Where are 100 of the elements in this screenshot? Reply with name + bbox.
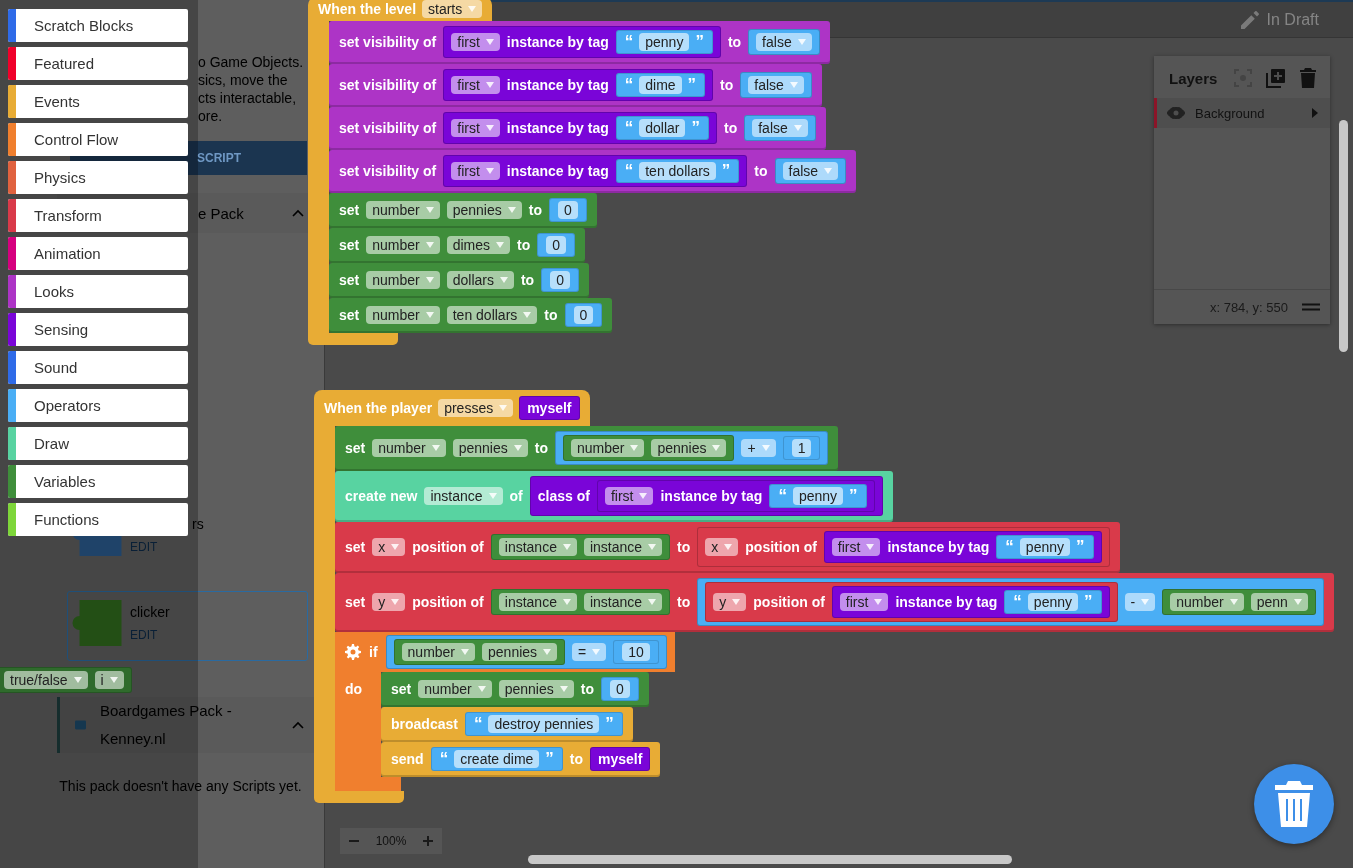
dropdown-field[interactable]: first [604, 487, 654, 505]
category-item[interactable]: Scratch Blocks [8, 9, 188, 42]
dropdown-field[interactable]: instance [424, 487, 503, 505]
dropdown-field[interactable]: false [752, 119, 808, 137]
dropdown-field[interactable]: false [748, 76, 804, 94]
dropdown-field[interactable]: ten dollars [446, 306, 538, 324]
dropdown-field[interactable]: pennies [651, 439, 727, 457]
dropdown-field[interactable]: y [372, 593, 406, 611]
scrollbar[interactable] [528, 855, 1012, 864]
coordinates-text: x: 784, y: 550 [1209, 299, 1288, 315]
dropdown-field[interactable]: + [741, 439, 776, 457]
drag-handle-icon[interactable] [1302, 303, 1320, 311]
text-input[interactable]: dime [639, 76, 682, 94]
number-input[interactable]: 0 [546, 236, 567, 254]
category-item[interactable]: Events [8, 85, 188, 118]
dropdown-field[interactable]: first [831, 538, 881, 556]
category-item[interactable]: Transform [8, 199, 188, 232]
category-item[interactable]: Draw [8, 427, 188, 460]
text-input[interactable]: create dime [454, 750, 540, 768]
dropdown-field[interactable]: first [451, 76, 500, 94]
category-item[interactable]: Physics [8, 161, 188, 194]
dropdown-field[interactable]: first [451, 119, 500, 137]
dropdown-field[interactable]: penn [1250, 593, 1308, 611]
dropdown-field[interactable]: number [366, 271, 440, 289]
block-label: set visibility of [339, 120, 437, 136]
category-item[interactable]: Looks [8, 275, 188, 308]
dropdown-field[interactable]: presses [438, 399, 514, 417]
text-input[interactable]: penny [1027, 593, 1078, 611]
number-input[interactable]: 0 [573, 306, 594, 324]
caret-icon [1293, 599, 1302, 605]
dropdown-field[interactable]: dollars [446, 271, 514, 289]
dropdown-field[interactable]: number [401, 643, 476, 661]
dropdown-field[interactable]: instance [583, 538, 663, 556]
text-input[interactable]: destroy pennies [488, 715, 600, 733]
text-input[interactable]: penny [639, 33, 690, 51]
delete-icon[interactable] [1300, 68, 1316, 88]
dropdown-field[interactable]: number [366, 236, 440, 254]
dropdown-field[interactable]: number [372, 439, 446, 457]
block-label: to [528, 202, 542, 218]
eye-icon[interactable] [1167, 107, 1185, 119]
dropdown-field[interactable]: - [1124, 593, 1156, 611]
dropdown-field[interactable]: instance [498, 538, 577, 556]
dropdown-field[interactable]: = [572, 643, 607, 661]
dropdown-field[interactable]: y [713, 593, 747, 611]
number-input[interactable]: 0 [557, 201, 578, 219]
script-name: rs [191, 516, 204, 532]
dropdown-field[interactable]: pennies [482, 643, 558, 661]
add-layer-icon[interactable] [1266, 68, 1286, 88]
dropdown-field[interactable]: dimes [446, 236, 511, 254]
block-label: instance by tag [895, 594, 998, 610]
dropdown-field[interactable]: number [1170, 593, 1244, 611]
category-item[interactable]: Functions [8, 503, 188, 536]
dropdown-field[interactable]: first [451, 33, 500, 51]
dropdown-field[interactable]: number [366, 306, 440, 324]
dropdown-field[interactable]: false [756, 33, 812, 51]
dropdown-field[interactable]: x [705, 538, 739, 556]
number-input[interactable]: 0 [609, 680, 630, 698]
dropdown-field[interactable]: true/false [4, 671, 88, 689]
dropdown-field[interactable]: number [418, 680, 492, 698]
caret-icon [543, 649, 552, 655]
dropdown-field[interactable]: instance [498, 593, 577, 611]
dropdown-field[interactable]: pennies [498, 680, 574, 698]
category-item[interactable]: Sensing [8, 313, 188, 346]
scrollbar[interactable] [1339, 120, 1348, 352]
caret-icon [425, 207, 434, 213]
number-input[interactable]: 0 [550, 271, 570, 289]
category-item[interactable]: Variables [8, 465, 188, 498]
dropdown-field[interactable]: pennies [452, 439, 528, 457]
number-input[interactable]: 1 [791, 439, 812, 457]
block-label: instance by tag [506, 163, 609, 179]
dropdown-field[interactable]: instance [583, 593, 663, 611]
dropdown-field[interactable]: number [366, 201, 440, 219]
dropdown-field[interactable]: starts [422, 0, 483, 18]
category-item[interactable]: Featured [8, 47, 188, 80]
dropdown-field[interactable]: first [839, 593, 889, 611]
text-input[interactable]: ten dollars [639, 162, 716, 180]
zoom-in-icon[interactable] [423, 836, 434, 846]
category-item[interactable]: Operators [8, 389, 188, 422]
dropdown-field[interactable]: pennies [446, 201, 522, 219]
caret-icon [724, 544, 733, 550]
caret-icon [639, 493, 648, 499]
dropdown-field[interactable]: false [782, 162, 839, 180]
category-item[interactable]: Sound [8, 351, 188, 384]
caret-icon [824, 168, 833, 174]
trash-button[interactable] [1254, 764, 1334, 844]
dropdown-field[interactable]: number [570, 439, 645, 457]
block-label: set visibility of [339, 163, 437, 179]
category-item[interactable]: Control Flow [8, 123, 188, 156]
text-input[interactable]: penny [1019, 538, 1070, 556]
caret-icon [425, 242, 434, 248]
gear-icon[interactable] [345, 644, 361, 660]
text-input[interactable]: dollar [639, 119, 686, 137]
text-input[interactable]: penny [792, 487, 844, 505]
dropdown-field[interactable]: i [94, 671, 124, 689]
expand-icon[interactable] [1312, 108, 1318, 118]
number-input[interactable]: 10 [622, 643, 650, 661]
dropdown-field[interactable]: first [451, 162, 500, 180]
category-item[interactable]: Animation [8, 237, 188, 270]
dropdown-field[interactable]: x [372, 538, 406, 556]
block-label: myself [598, 751, 643, 767]
